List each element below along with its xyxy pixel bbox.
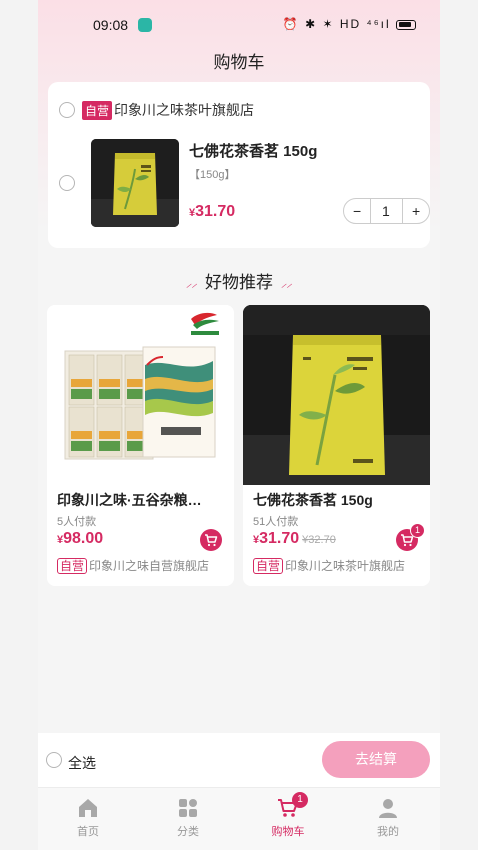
quantity-stepper: − 1 + (343, 198, 430, 224)
product-price-value: 31.70 (259, 530, 300, 547)
product-name[interactable]: 七佛花茶香茗 150g (253, 490, 421, 510)
recommend-heading: ⸝⸝ 好物推荐 ⸝⸝ (38, 268, 440, 293)
tea-package-image (243, 305, 430, 485)
product-sold-count: 51人付款 (253, 516, 299, 528)
product-image[interactable] (243, 305, 430, 485)
self-operated-tag: 自营 (57, 557, 88, 574)
bottom-tab-bar: 首页 分类 1 购物车 我的 (38, 787, 440, 850)
battery-icon (396, 19, 416, 30)
tab-label: 分类 (177, 826, 199, 838)
product-image[interactable] (47, 305, 234, 485)
tea-package-image (91, 139, 179, 227)
status-time: 09:08 (93, 17, 129, 33)
home-icon (79, 799, 97, 817)
tab-home[interactable]: 首页 (48, 796, 128, 839)
tab-cart[interactable]: 1 购物车 (248, 792, 328, 839)
cart-count-badge: 1 (410, 523, 425, 538)
checkout-bar: 全选 去结算 (38, 733, 440, 787)
product-shop-name: 印象川之味茶叶旗舰店 (285, 559, 406, 573)
shop-name: 印象川之味茶叶旗舰店 (114, 102, 255, 118)
self-operated-tag: 自营 (82, 100, 113, 120)
profile-icon (379, 799, 397, 818)
cart-item-price-value: 31.70 (195, 203, 236, 220)
page-title: 购物车 (213, 53, 265, 72)
tab-category[interactable]: 分类 (148, 796, 228, 839)
decrease-quantity-button[interactable]: − (353, 203, 361, 219)
category-icon (179, 799, 197, 817)
cart-icon (205, 534, 218, 547)
product-card[interactable]: 七佛花茶香茗 150g 51人付款 ¥31.70 ¥32.70 1 自营 印象川之味… (243, 305, 430, 586)
tab-label: 首页 (77, 826, 99, 838)
product-shop[interactable]: 自营 印象川之味自营旗舰店 (57, 557, 209, 574)
item-select-radio[interactable] (59, 175, 75, 191)
tab-label: 我的 (377, 826, 399, 838)
status-indicators-text: ⏰ ✱ ✶ HD ⁴⁶ıl (282, 17, 391, 31)
cart-shop-card: 自营 印象川之味茶叶旗舰店 七佛花茶香茗 150g 【150g】 ¥31.70 − (48, 82, 430, 248)
increase-quantity-button[interactable]: + (412, 203, 420, 219)
select-all-radio[interactable] (46, 752, 62, 768)
self-operated-tag: 自营 (253, 557, 284, 574)
checkout-button[interactable]: 去结算 (322, 741, 430, 778)
original-price: ¥32.70 (302, 534, 336, 546)
recommend-title: 好物推荐 (205, 273, 273, 292)
status-bar: 09:08 ⏰ ✱ ✶ HD ⁴⁶ıl (38, 14, 440, 38)
product-shop-name: 印象川之味自营旗舰店 (89, 559, 210, 573)
cart-item-spec[interactable]: 【150g】 (189, 166, 235, 182)
product-name[interactable]: 印象川之味·五谷杂粮… (57, 490, 225, 510)
stepper-divider (402, 199, 403, 223)
heading-decoration-right: ⸝⸝ (281, 278, 292, 291)
cart-item-price: ¥31.70 (189, 203, 235, 221)
cart-item-name[interactable]: 七佛花茶香茗 150g (189, 140, 317, 161)
add-to-cart-button[interactable] (200, 529, 222, 551)
tab-label: 购物车 (271, 826, 305, 838)
stepper-divider (370, 199, 371, 223)
quantity-value[interactable]: 1 (382, 203, 390, 219)
shop-select-radio[interactable] (59, 102, 75, 118)
product-price: ¥98.00 (57, 530, 103, 548)
product-price: ¥31.70 ¥32.70 (253, 530, 336, 548)
shop-header[interactable]: 自营 印象川之味茶叶旗舰店 (82, 100, 254, 120)
phone-screen: 09:08 ⏰ ✱ ✶ HD ⁴⁶ıl 购物车 自营 印象川之味茶叶旗舰店 七佛… (38, 0, 440, 850)
product-shop[interactable]: 自营 印象川之味茶叶旗舰店 (253, 557, 405, 574)
cart-item-image[interactable] (91, 139, 179, 227)
heading-decoration-left: ⸝⸝ (186, 278, 197, 291)
message-app-icon (138, 18, 152, 32)
product-price-value: 98.00 (63, 530, 104, 547)
select-all-label[interactable]: 全选 (68, 753, 96, 773)
status-indicators: ⏰ ✱ ✶ HD ⁴⁶ıl (283, 17, 416, 31)
grain-gift-box-image (47, 305, 234, 485)
product-card[interactable]: 印象川之味·五谷杂粮… 5人付款 ¥98.00 自营 印象川之味自营旗舰店 (47, 305, 234, 586)
cart-tab-badge: 1 (292, 792, 308, 808)
tab-profile[interactable]: 我的 (348, 796, 428, 839)
product-sold-count: 5人付款 (57, 516, 97, 528)
